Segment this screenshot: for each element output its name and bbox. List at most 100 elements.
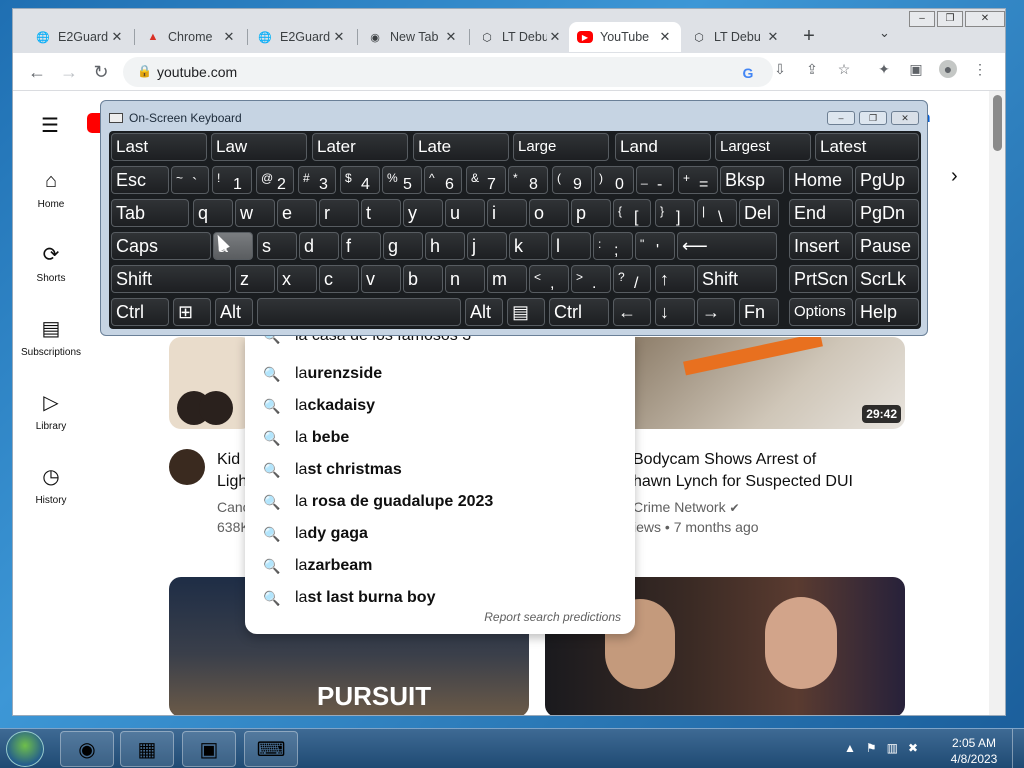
key-b[interactable]: b (403, 265, 443, 293)
bookmark-star-icon[interactable]: ☆ (835, 60, 853, 78)
nav-history[interactable]: ◷ History (13, 465, 89, 506)
key-r[interactable]: r (319, 199, 359, 227)
suggestion-item[interactable]: 🔍 la rosa de guadalupe 2023 (245, 486, 635, 518)
tab-new-tab[interactable]: ◉ New Tab ✕ (359, 22, 467, 52)
minimize-button[interactable]: – (909, 11, 935, 27)
key-n[interactable]: n (445, 265, 485, 293)
key-l[interactable]: l (551, 232, 591, 260)
key-m[interactable]: m (487, 265, 527, 293)
close-icon[interactable]: ✕ (331, 29, 347, 45)
suggestion-item[interactable]: 🔍 lazarbeam (245, 550, 635, 582)
clock[interactable]: 2:05 AM 4/8/2023 (944, 735, 1004, 767)
close-icon[interactable]: ✕ (657, 29, 673, 45)
key-%E2%9F%B5[interactable]: ⟵ (677, 232, 777, 260)
prediction-key[interactable]: Latest (815, 133, 919, 161)
key-7[interactable]: & 7 (466, 166, 506, 194)
key-%2F[interactable]: ? / (613, 265, 651, 293)
key-del[interactable]: Del (739, 199, 779, 227)
close-icon[interactable]: ✕ (109, 29, 125, 45)
prediction-key[interactable]: Largest (715, 133, 811, 161)
channel-avatar[interactable] (169, 449, 205, 485)
key-esc[interactable]: Esc (111, 166, 169, 194)
key-alt[interactable]: Alt (215, 298, 253, 326)
osk-minimize-button[interactable]: – (827, 111, 855, 125)
flag-icon[interactable]: ⚑ (866, 741, 877, 755)
key-'[interactable]: " ' (635, 232, 675, 260)
suggestion-item[interactable]: 🔍 lady gaga (245, 518, 635, 550)
key-scrlk[interactable]: ScrLk (855, 265, 919, 293)
prediction-key[interactable]: Large (513, 133, 609, 161)
osk-restore-button[interactable]: ❐ (859, 111, 887, 125)
key-end[interactable]: End (789, 199, 853, 227)
chrome-taskbar-icon[interactable]: ◉ (60, 731, 114, 767)
close-window-button[interactable]: ✕ (965, 11, 1005, 27)
tray-expand-icon[interactable]: ▲ (844, 741, 856, 755)
network-icon[interactable]: ▥ (887, 741, 898, 755)
key-tab[interactable]: Tab (111, 199, 189, 227)
key-t[interactable]: t (361, 199, 401, 227)
key-%E2%86%92[interactable]: → (697, 298, 735, 326)
key-u[interactable]: u (445, 199, 485, 227)
prediction-key[interactable]: Later (312, 133, 408, 161)
video-title[interactable]: Bodycam Shows Arrest of hawn Lynch for Su… (633, 449, 853, 493)
tab-lt-debug-1[interactable]: ⬡ LT Debu ✕ (471, 22, 571, 52)
chevron-right-icon[interactable]: › (951, 165, 958, 188)
key-%5C[interactable]: | \ (697, 199, 737, 227)
key-i[interactable]: i (487, 199, 527, 227)
key-ctrl[interactable]: Ctrl (549, 298, 609, 326)
key-caps[interactable]: Caps (111, 232, 211, 260)
key-8[interactable]: * 8 (508, 166, 548, 194)
share-icon[interactable]: ⇪ (803, 60, 821, 78)
key-prtscn[interactable]: PrtScn (789, 265, 853, 293)
key-%5D[interactable]: }] (655, 199, 695, 227)
suggestion-item[interactable]: 🔍 laurenzside (245, 358, 635, 390)
key-y[interactable]: y (403, 199, 443, 227)
key-j[interactable]: j (467, 232, 507, 260)
nav-subscriptions[interactable]: ▤ Subscriptions (13, 317, 89, 358)
google-lens-icon[interactable]: G (739, 64, 757, 82)
key--[interactable]: _ - (636, 166, 674, 194)
key-z[interactable]: z (235, 265, 275, 293)
show-desktop-button[interactable] (1012, 729, 1024, 768)
key-c[interactable]: c (319, 265, 359, 293)
key-1[interactable]: ! 1 (212, 166, 252, 194)
key-3[interactable]: #3 (298, 166, 336, 194)
tab-youtube[interactable]: ▶ YouTube ✕ (569, 22, 681, 52)
suggestion-item[interactable]: 🔍 last christmas (245, 454, 635, 486)
key-alt[interactable]: Alt (465, 298, 503, 326)
prediction-key[interactable]: Last (111, 133, 207, 161)
nav-library[interactable]: ▷ Library (13, 391, 89, 432)
video-title[interactable]: Kid Ligh (217, 449, 247, 493)
tab-lt-debug-2[interactable]: ⬡ LT Debu ✕ (683, 22, 789, 52)
extensions-icon[interactable]: ✦ (875, 60, 893, 78)
key-%60[interactable]: ~ ` (171, 166, 209, 194)
page-scrollbar[interactable] (989, 91, 1005, 715)
install-icon[interactable]: ⇩ (771, 60, 789, 78)
key-g[interactable]: g (383, 232, 423, 260)
key-q[interactable]: q (193, 199, 233, 227)
key-v[interactable]: v (361, 265, 401, 293)
key-%E2%8A%9E[interactable]: ⊞ (173, 298, 211, 326)
new-tab-button[interactable]: + (799, 25, 819, 47)
key-pause[interactable]: Pause (855, 232, 919, 260)
forward-icon[interactable]: → (57, 60, 81, 84)
volume-muted-icon[interactable]: ✖ (908, 741, 918, 755)
omnibox[interactable]: 🔒 youtube.com G (123, 57, 773, 87)
prediction-key[interactable]: Law (211, 133, 307, 161)
suggestion-item[interactable]: 🔍 la bebe (245, 422, 635, 454)
close-icon[interactable]: ✕ (443, 29, 459, 45)
key-bksp[interactable]: Bksp (720, 166, 784, 194)
url-text[interactable]: youtube.com (157, 64, 237, 80)
reload-icon[interactable]: ↻ (89, 60, 113, 84)
key-shift[interactable]: Shift (111, 265, 231, 293)
key-home[interactable]: Home (789, 166, 853, 194)
close-icon[interactable]: ✕ (221, 29, 237, 45)
prediction-key[interactable]: Late (413, 133, 509, 161)
back-icon[interactable]: ← (25, 60, 49, 84)
channel-name[interactable]: Crime Network ✔ (633, 499, 740, 515)
tab-search-icon[interactable]: ⌄ (879, 25, 897, 45)
control-panel-taskbar-icon[interactable]: ▣ (182, 731, 236, 767)
prediction-key[interactable]: Land (615, 133, 711, 161)
key-pgdn[interactable]: PgDn (855, 199, 919, 227)
tab-e2guard-2[interactable]: 🌐 E2Guard ✕ (249, 22, 355, 52)
